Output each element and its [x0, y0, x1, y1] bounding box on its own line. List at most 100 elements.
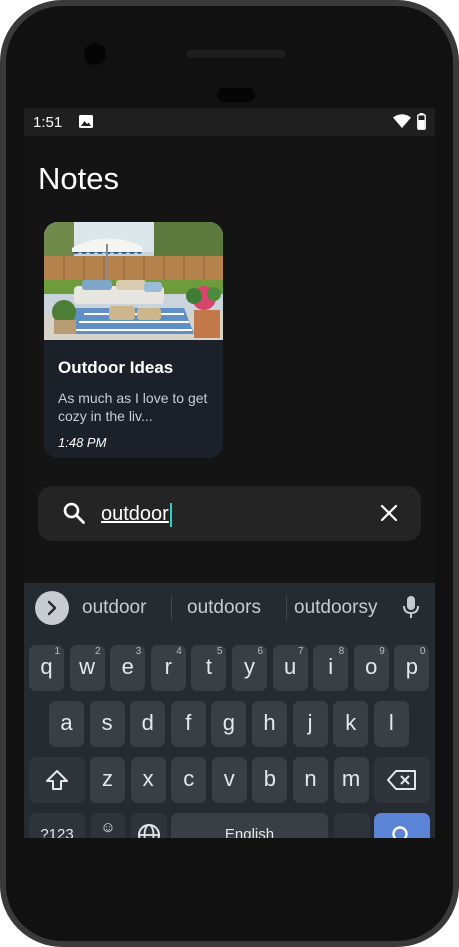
- letter-key[interactable]: l: [373, 701, 409, 747]
- front-camera: [84, 43, 106, 65]
- search-input-text: outdoor: [101, 503, 169, 525]
- key-label: s: [101, 710, 113, 735]
- screen: 1:51 Notes Outdoor Ideas As much as I lo…: [24, 108, 435, 838]
- letter-key[interactable]: y6: [232, 645, 267, 691]
- image-notification-icon: [79, 115, 93, 128]
- key-label: l: [388, 710, 394, 735]
- letter-key[interactable]: z: [90, 757, 125, 803]
- key-number-hint: 4: [176, 646, 182, 657]
- emoji-key[interactable]: ☺: [91, 813, 125, 838]
- page-title: Notes: [38, 161, 119, 196]
- key-label: f: [185, 710, 192, 735]
- search-bar[interactable]: outdoor: [38, 486, 421, 541]
- text-cursor: [169, 502, 172, 527]
- letter-key[interactable]: u7: [272, 645, 308, 691]
- earpiece-speaker: [186, 50, 286, 58]
- letter-key[interactable]: i8: [313, 645, 349, 691]
- key-number-hint: 8: [338, 646, 345, 657]
- shift-icon: [46, 770, 68, 790]
- letter-key[interactable]: b: [252, 757, 288, 803]
- letter-key[interactable]: w2: [69, 645, 105, 691]
- key-label: q: [40, 654, 53, 679]
- key-label: a: [60, 710, 73, 735]
- letter-key[interactable]: r4: [150, 645, 186, 691]
- battery-icon: [417, 113, 426, 130]
- key-label: c: [183, 766, 195, 791]
- key-number-hint: 9: [379, 646, 385, 657]
- search-icon: [63, 502, 85, 524]
- note-card[interactable]: Outdoor Ideas As much as I love to get c…: [44, 222, 223, 458]
- key-label: v: [223, 766, 235, 791]
- letter-key[interactable]: v: [211, 757, 247, 803]
- key-label: r: [164, 654, 172, 679]
- key-label: i: [328, 654, 334, 679]
- key-label: g: [222, 710, 236, 735]
- key-label: w: [79, 654, 96, 679]
- letter-key[interactable]: f: [170, 701, 206, 747]
- letter-key[interactable]: d: [130, 701, 166, 747]
- key-number-hint: 2: [95, 646, 101, 657]
- key-label: z: [102, 766, 113, 791]
- wifi-icon: [393, 114, 411, 128]
- expand-toolbar-button[interactable]: [35, 591, 69, 625]
- letter-key[interactable]: e3: [110, 645, 146, 691]
- letter-key[interactable]: a: [49, 701, 84, 747]
- letter-key[interactable]: m: [333, 757, 369, 803]
- microphone-icon[interactable]: [403, 595, 419, 619]
- suggestion-strip: outdoor outdoors outdoorsy: [24, 583, 435, 633]
- letter-key[interactable]: t5: [191, 645, 227, 691]
- note-thumbnail-image: [44, 222, 223, 340]
- letter-key[interactable]: g: [211, 701, 247, 747]
- suggestion-divider: [286, 595, 287, 621]
- key-label: h: [263, 710, 276, 735]
- key-label: m: [341, 766, 361, 791]
- key-number-hint: 7: [298, 646, 304, 657]
- globe-icon: [138, 824, 160, 838]
- backspace-icon: [387, 770, 416, 790]
- letter-key[interactable]: o9: [353, 645, 389, 691]
- letter-key[interactable]: j: [292, 701, 328, 747]
- note-title: Outdoor Ideas: [58, 358, 174, 377]
- suggestion-2[interactable]: outdoors: [187, 597, 261, 619]
- language-key[interactable]: [131, 813, 167, 838]
- note-timestamp: 1:48 PM: [58, 435, 107, 450]
- key-number-hint: 0: [419, 646, 426, 657]
- space-key[interactable]: English: [171, 813, 328, 838]
- key-label: n: [304, 766, 317, 791]
- key-label: e: [121, 654, 134, 679]
- suggestion-divider: [171, 595, 172, 621]
- proximity-sensor: [217, 88, 255, 102]
- letter-key[interactable]: c: [171, 757, 207, 803]
- suggestion-1[interactable]: outdoor: [82, 597, 146, 619]
- shift-key[interactable]: [29, 757, 85, 803]
- letter-key[interactable]: s: [89, 701, 125, 747]
- chevron-right-icon: [47, 600, 57, 616]
- backspace-key[interactable]: [374, 757, 430, 803]
- key-label: p: [405, 654, 419, 679]
- key-label: y: [244, 654, 255, 679]
- symbols-key[interactable]: ?123: [29, 813, 85, 838]
- search-input[interactable]: outdoor: [101, 501, 172, 527]
- key-label: k: [345, 710, 357, 735]
- key-label: t: [205, 654, 212, 679]
- on-screen-keyboard: outdoor outdoors outdoorsy q1w2e3r4t5y6u…: [24, 583, 435, 838]
- clear-search-icon[interactable]: [380, 504, 398, 522]
- letter-key[interactable]: n: [293, 757, 328, 803]
- key-number-hint: 6: [257, 646, 263, 657]
- key-label: d: [141, 710, 154, 735]
- suggestion-3[interactable]: outdoorsy: [294, 597, 377, 619]
- key-label: b: [263, 766, 277, 791]
- key-number-hint: 1: [54, 646, 60, 657]
- letter-key[interactable]: q1: [29, 645, 64, 691]
- period-key[interactable]: [334, 813, 370, 838]
- note-snippet: As much as I love to get cozy in the liv…: [58, 390, 208, 424]
- status-bar: 1:51: [24, 108, 435, 136]
- key-number-hint: 5: [216, 646, 223, 657]
- letter-key[interactable]: k: [333, 701, 369, 747]
- search-icon: [392, 826, 408, 838]
- status-time: 1:51: [33, 114, 63, 131]
- letter-key[interactable]: x: [130, 757, 166, 803]
- letter-key[interactable]: h: [252, 701, 287, 747]
- letter-key[interactable]: p0: [394, 645, 430, 691]
- search-action-key[interactable]: [374, 813, 430, 838]
